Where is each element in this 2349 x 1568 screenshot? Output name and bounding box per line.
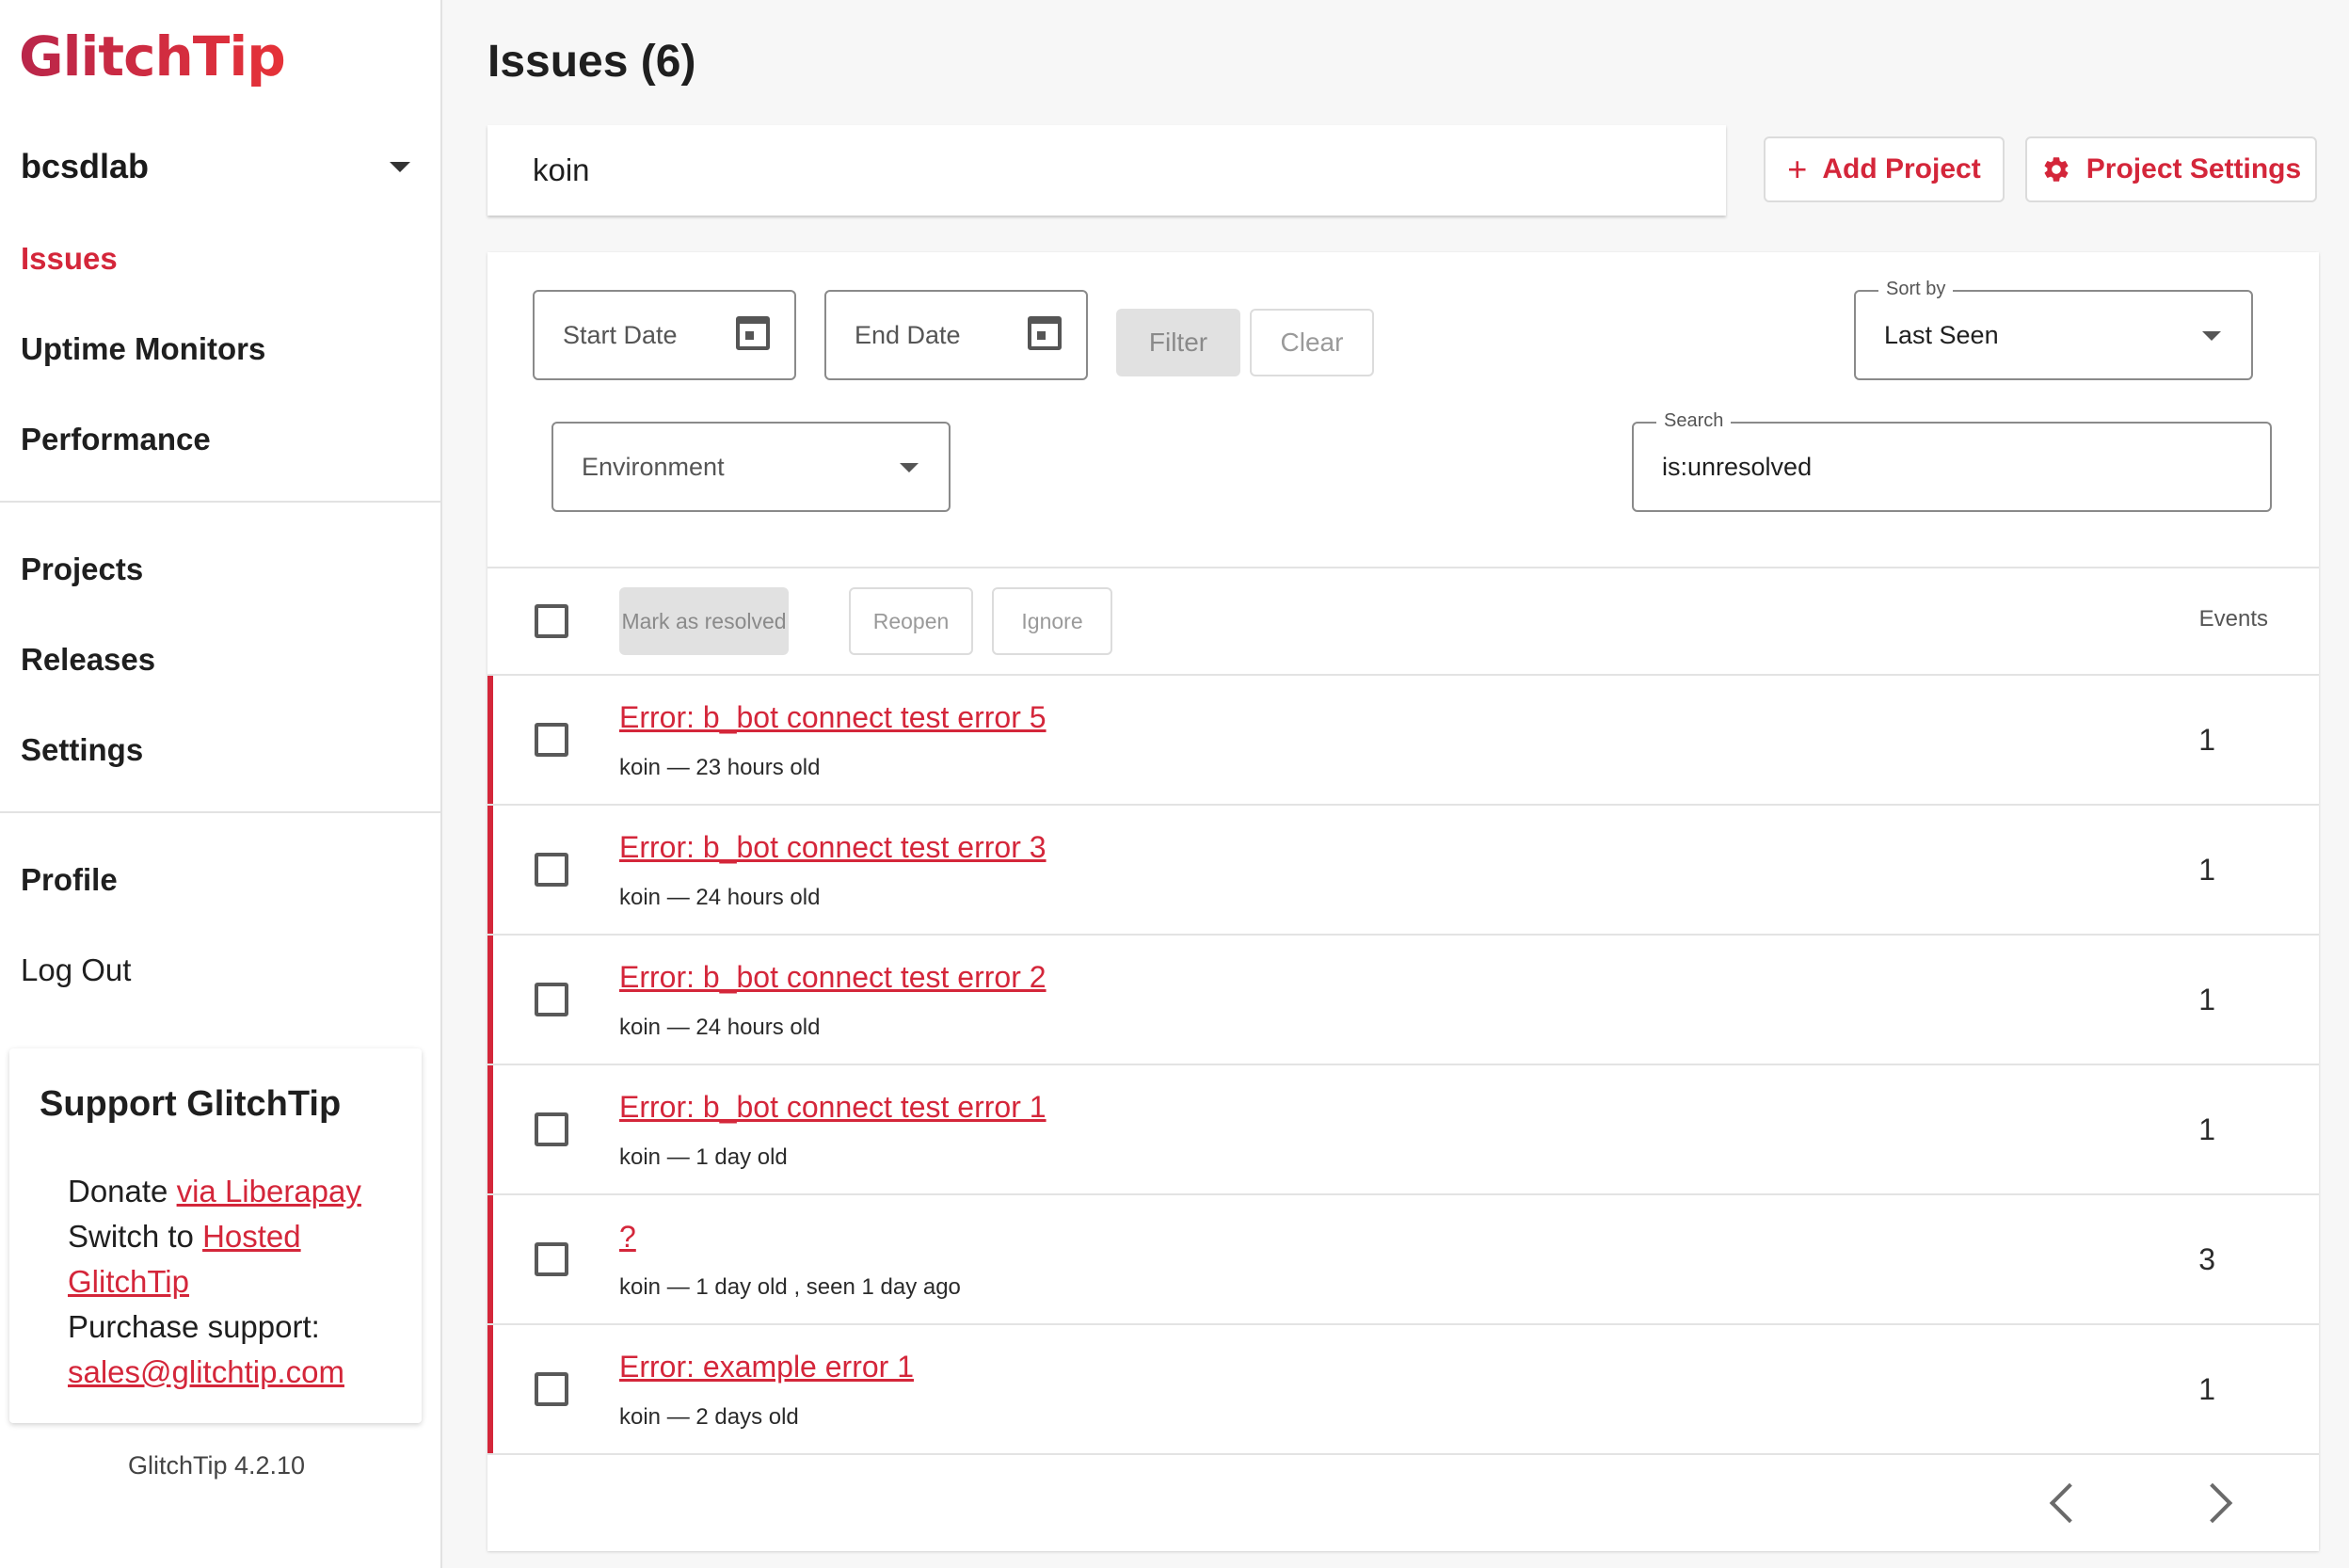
table-row: Error: b_bot connect test error 1 koin —… (487, 1065, 2319, 1195)
glitchtip-logo[interactable]: GlitchTip (19, 24, 286, 88)
issue-title-link[interactable]: Error: b_bot connect test error 5 (619, 700, 1047, 735)
clear-button[interactable]: Clear (1250, 309, 1374, 376)
issue-title-link[interactable]: Error: b_bot connect test error 3 (619, 830, 1047, 865)
add-project-label: Add Project (1822, 153, 1981, 184)
support-body: Donate via Liberapay Switch to Hosted Gl… (68, 1169, 407, 1395)
chevron-right-icon[interactable] (2192, 1482, 2233, 1524)
gear-icon (2044, 157, 2069, 182)
add-project-button[interactable]: + Add Project (1764, 136, 2005, 202)
chevron-down-icon (900, 463, 919, 472)
start-date-field[interactable]: Start Date (533, 290, 796, 380)
calendar-icon[interactable] (1028, 316, 1062, 350)
mark-resolved-button[interactable]: Mark as resolved (619, 587, 789, 655)
sidebar-item-logout[interactable]: Log Out (21, 952, 131, 988)
row-checkbox[interactable] (535, 983, 568, 1016)
event-count: 1 (2198, 853, 2215, 887)
table-row: Error: b_bot connect test error 3 koin —… (487, 806, 2319, 936)
environment-placeholder: Environment (582, 452, 725, 481)
calendar-icon[interactable] (736, 316, 770, 350)
issue-title-link[interactable]: Error: b_bot connect test error 1 (619, 1090, 1047, 1125)
project-settings-button[interactable]: Project Settings (2025, 136, 2317, 202)
issue-meta: koin — 1 day old , seen 1 day ago (619, 1274, 961, 1300)
donate-text: Donate (68, 1174, 177, 1208)
issue-meta: koin — 23 hours old (619, 755, 821, 780)
end-date-field[interactable]: End Date (824, 290, 1088, 380)
reopen-button[interactable]: Reopen (849, 587, 973, 655)
liberapay-link[interactable]: via Liberapay (177, 1174, 361, 1208)
sidebar-item-settings[interactable]: Settings (21, 732, 143, 768)
event-count: 1 (2198, 1112, 2215, 1146)
sales-email-link[interactable]: sales@glitchtip.com (68, 1354, 344, 1389)
ignore-button[interactable]: Ignore (992, 587, 1112, 655)
issues-panel: Start Date End Date Filter Clear Sort by… (487, 252, 2319, 1551)
support-title: Support GlitchTip (40, 1084, 342, 1124)
chevron-down-icon (2202, 331, 2221, 341)
level-indicator (487, 936, 493, 1064)
purchase-text: Purchase support: (68, 1309, 320, 1344)
project-selector[interactable]: koin (487, 125, 1726, 216)
search-label: Search (1656, 410, 1732, 432)
sidebar-item-issues[interactable]: Issues (21, 241, 118, 277)
level-indicator (487, 1195, 493, 1323)
sort-by-value: Last Seen (1884, 320, 1999, 349)
level-indicator (487, 1325, 493, 1453)
row-checkbox[interactable] (535, 723, 568, 757)
project-name: koin (533, 152, 590, 187)
level-indicator (487, 676, 493, 804)
table-row: Error: example error 1 koin — 2 days old… (487, 1325, 2319, 1455)
page-title: Issues (6) (487, 37, 696, 87)
issue-title-link[interactable]: Error: b_bot connect test error 2 (619, 960, 1047, 995)
environment-select[interactable]: Environment (551, 422, 951, 512)
switch-text: Switch to (68, 1219, 203, 1254)
issue-title-link[interactable]: ? (619, 1220, 636, 1255)
row-checkbox[interactable] (535, 1372, 568, 1406)
search-value: is:unresolved (1662, 452, 1813, 481)
issue-meta: koin — 24 hours old (619, 885, 821, 910)
issue-meta: koin — 2 days old (619, 1404, 799, 1430)
sidebar-divider (0, 501, 442, 503)
sidebar-divider (0, 811, 442, 813)
table-top-divider (487, 567, 2319, 568)
app-version: GlitchTip 4.2.10 (127, 1451, 306, 1480)
sidebar-item-releases[interactable]: Releases (21, 642, 155, 678)
issue-meta: koin — 24 hours old (619, 1015, 821, 1040)
sidebar-item-projects[interactable]: Projects (21, 552, 143, 587)
sort-by-select[interactable]: Sort by Last Seen (1854, 279, 2253, 380)
event-count: 3 (2198, 1242, 2215, 1276)
row-checkbox[interactable] (535, 853, 568, 887)
chevron-down-icon (390, 161, 410, 172)
level-indicator (487, 806, 493, 934)
event-count: 1 (2198, 1372, 2215, 1406)
table-row: Error: b_bot connect test error 2 koin —… (487, 936, 2319, 1065)
org-name: bcsdlab (21, 147, 150, 185)
sidebar-item-performance[interactable]: Performance (21, 422, 211, 457)
project-settings-label: Project Settings (2085, 153, 2302, 184)
issue-meta: koin — 1 day old (619, 1144, 788, 1170)
sidebar: GlitchTip bcsdlab Issues Uptime Monitors… (0, 0, 442, 1568)
support-card: Support GlitchTip Donate via Liberapay S… (9, 1048, 422, 1423)
filter-button[interactable]: Filter (1116, 309, 1240, 376)
level-indicator (487, 1065, 493, 1193)
events-column-header: Events (2198, 606, 2268, 632)
org-switcher[interactable]: bcsdlab (21, 143, 416, 190)
sidebar-item-uptime-monitors[interactable]: Uptime Monitors (21, 331, 265, 367)
end-date-placeholder: End Date (855, 320, 961, 349)
table-row: Error: b_bot connect test error 5 koin —… (487, 676, 2319, 806)
chevron-left-icon[interactable] (2049, 1482, 2090, 1524)
row-checkbox[interactable] (535, 1112, 568, 1146)
event-count: 1 (2198, 983, 2215, 1016)
sort-by-label: Sort by (1878, 279, 1954, 300)
table-row: ? koin — 1 day old , seen 1 day ago 3 (487, 1195, 2319, 1325)
sidebar-item-profile[interactable]: Profile (21, 862, 118, 898)
plus-icon: + (1787, 150, 1808, 188)
event-count: 1 (2198, 723, 2215, 757)
issue-title-link[interactable]: Error: example error 1 (619, 1350, 914, 1384)
search-field[interactable]: Search is:unresolved (1632, 410, 2272, 512)
row-checkbox[interactable] (535, 1242, 568, 1276)
start-date-placeholder: Start Date (563, 320, 678, 349)
select-all-checkbox[interactable] (535, 604, 568, 638)
